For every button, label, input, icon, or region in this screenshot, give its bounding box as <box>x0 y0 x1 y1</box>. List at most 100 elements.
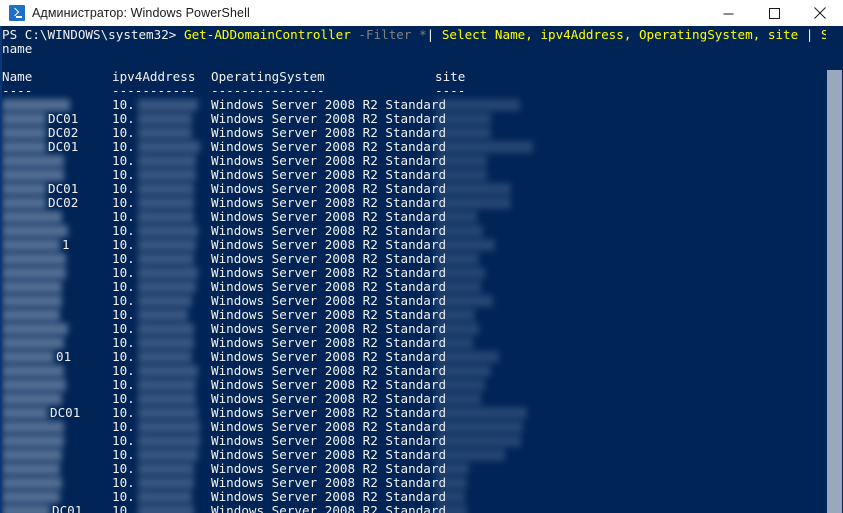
operating-system-value: Windows Server 2008 R2 Standard <box>211 475 447 490</box>
redacted-name <box>2 169 64 181</box>
operating-system-value: Windows Server 2008 R2 Standard <box>211 153 447 168</box>
table-row: 10. Windows Server 2008 R2 Standard <box>2 154 843 168</box>
redacted-name <box>2 141 46 153</box>
column-header-site: site <box>435 69 466 84</box>
table-row: DC01 10. Windows Server 2008 R2 Standard <box>2 182 843 196</box>
column-header-operatingsystem: OperatingSystem <box>211 69 325 84</box>
name-suffix: DC02 <box>48 125 79 140</box>
ipv4-address-prefix: 10. <box>112 503 135 513</box>
redacted-name <box>2 267 66 279</box>
name-suffix: DC02 <box>48 195 79 210</box>
table-row: DC02 10. Windows Server 2008 R2 Standard <box>2 126 843 140</box>
minimize-button[interactable] <box>705 0 751 26</box>
table-row: 10. Windows Server 2008 R2 Standard <box>2 294 843 308</box>
scrollbar-track[interactable] <box>827 26 842 70</box>
name-suffix: 1 <box>62 237 70 252</box>
table-row: 10. Windows Server 2008 R2 Standard <box>2 266 843 280</box>
redacted-ipv4-octets <box>138 267 198 279</box>
name-suffix: DC01 <box>48 139 79 154</box>
prompt-text: PS C:\WINDOWS\system32> <box>2 27 177 42</box>
redacted-ipv4-octets <box>138 183 194 195</box>
redacted-ipv4-octets <box>138 379 196 391</box>
redacted-name <box>2 295 62 307</box>
ipv4-address-prefix: 10. <box>112 405 135 420</box>
operating-system-value: Windows Server 2008 R2 Standard <box>211 209 447 224</box>
redacted-ipv4-octets <box>138 421 200 433</box>
table-row: 10. Windows Server 2008 R2 Standard <box>2 336 843 350</box>
ipv4-address-prefix: 10. <box>112 335 135 350</box>
table-row: 10. Windows Server 2008 R2 Standard <box>2 252 843 266</box>
operating-system-value: Windows Server 2008 R2 Standard <box>211 461 447 476</box>
redacted-name <box>2 113 46 125</box>
table-row: DC01 10. Windows Server 2008 R2 Standard <box>2 504 843 513</box>
ipv4-address-prefix: 10. <box>112 307 135 322</box>
maximize-button[interactable] <box>751 0 797 26</box>
redacted-ipv4-octets <box>138 281 196 293</box>
operating-system-value: Windows Server 2008 R2 Standard <box>211 391 447 406</box>
operating-system-value: Windows Server 2008 R2 Standard <box>211 97 447 112</box>
operating-system-value: Windows Server 2008 R2 Standard <box>211 125 447 140</box>
table-row: 10. Windows Server 2008 R2 Standard <box>2 364 843 378</box>
redacted-ipv4-octets <box>138 323 194 335</box>
powershell-window: Администратор: Windows PowerShell PS C:\… <box>0 0 843 513</box>
operating-system-value: Windows Server 2008 R2 Standard <box>211 293 447 308</box>
redacted-name <box>2 477 62 489</box>
table-row: DC01 10. Windows Server 2008 R2 Standard <box>2 140 843 154</box>
operating-system-value: Windows Server 2008 R2 Standard <box>211 167 447 182</box>
redacted-name <box>2 379 66 391</box>
redacted-ipv4-octets <box>138 295 192 307</box>
table-row: 10. Windows Server 2008 R2 Standard <box>2 420 843 434</box>
table-row: 10. Windows Server 2008 R2 Standard <box>2 280 843 294</box>
close-button[interactable] <box>797 0 843 26</box>
ipv4-address-prefix: 10. <box>112 223 135 238</box>
filter-parameter: -Filter <box>358 27 412 42</box>
ipv4-address-prefix: 10. <box>112 139 135 154</box>
operating-system-value: Windows Server 2008 R2 Standard <box>211 139 447 154</box>
redacted-name <box>2 463 60 475</box>
ipv4-address-prefix: 10. <box>112 251 135 266</box>
operating-system-value: Windows Server 2008 R2 Standard <box>211 335 447 350</box>
redacted-ipv4-octets <box>138 463 194 475</box>
redacted-ipv4-octets <box>138 365 198 377</box>
redacted-name <box>2 239 60 251</box>
ipv4-address-prefix: 10. <box>112 265 135 280</box>
redacted-ipv4-octets <box>138 253 194 265</box>
ipv4-address-prefix: 10. <box>112 489 135 504</box>
redacted-name <box>2 281 62 293</box>
table-header-underline-row: ---- ----------- --------------- ---- <box>2 84 843 98</box>
name-suffix: DC01 <box>52 503 83 513</box>
redacted-site <box>435 183 511 195</box>
window-title: Администратор: Windows PowerShell <box>32 6 250 20</box>
console-output-area[interactable]: PS C:\WINDOWS\system32> Get-ADDomainCont… <box>0 26 843 513</box>
operating-system-value: Windows Server 2008 R2 Standard <box>211 223 447 238</box>
table-row: 1 10. Windows Server 2008 R2 Standard <box>2 238 843 252</box>
table-row: 10. Windows Server 2008 R2 Standard <box>2 476 843 490</box>
column-header-ipv4address: ipv4Address <box>112 69 196 84</box>
operating-system-value: Windows Server 2008 R2 Standard <box>211 419 447 434</box>
redacted-name <box>2 435 64 447</box>
window-controls <box>705 0 843 26</box>
ipv4-address-prefix: 10. <box>112 391 135 406</box>
redacted-name <box>2 421 64 433</box>
ipv4-address-prefix: 10. <box>112 363 135 378</box>
table-row: 10. Windows Server 2008 R2 Standard <box>2 434 843 448</box>
redacted-ipv4-octets <box>138 393 196 405</box>
redacted-name <box>2 211 62 223</box>
ipv4-address-prefix: 10. <box>112 97 135 112</box>
redacted-ipv4-octets <box>138 141 200 153</box>
table-row: 10. Windows Server 2008 R2 Standard <box>2 322 843 336</box>
scrollbar-thumb[interactable] <box>827 70 842 513</box>
table-rows: 10. Windows Server 2008 R2 Standard DC01 10… <box>2 98 843 513</box>
redacted-ipv4-octets <box>138 169 196 181</box>
ipv4-address-prefix: 10. <box>112 125 135 140</box>
operating-system-value: Windows Server 2008 R2 Standard <box>211 181 447 196</box>
redacted-name <box>2 407 48 419</box>
operating-system-value: Windows Server 2008 R2 Standard <box>211 447 447 462</box>
redacted-name <box>2 225 68 237</box>
title-bar[interactable]: Администратор: Windows PowerShell <box>0 0 843 27</box>
vertical-scrollbar[interactable] <box>826 26 843 513</box>
ipv4-address-prefix: 10. <box>112 279 135 294</box>
redacted-name <box>2 183 46 195</box>
ipv4-address-prefix: 10. <box>112 461 135 476</box>
table-row: 10. Windows Server 2008 R2 Standard <box>2 462 843 476</box>
